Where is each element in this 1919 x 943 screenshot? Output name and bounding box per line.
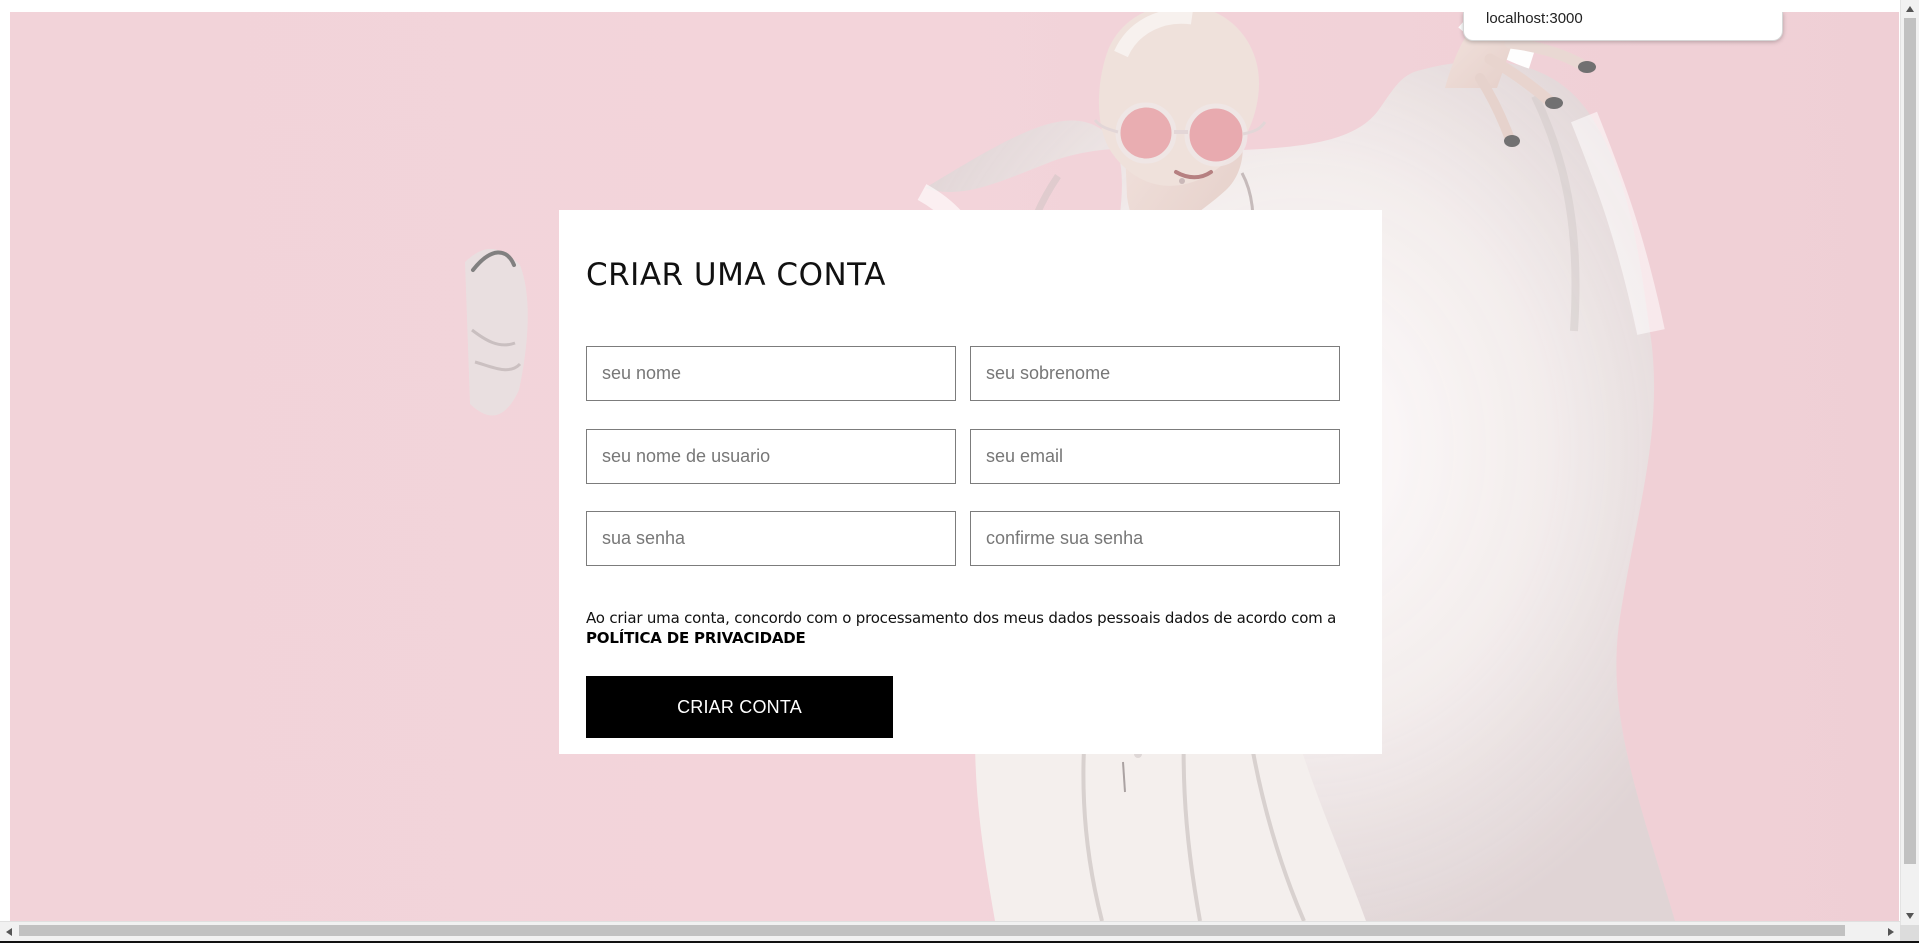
- signup-card: CRIAR UMA CONTA Ao criar uma conta, conc…: [559, 210, 1382, 754]
- vertical-scrollbar[interactable]: [1900, 0, 1919, 925]
- username-input[interactable]: [586, 429, 956, 484]
- horizontal-scroll-thumb[interactable]: [19, 925, 1845, 936]
- browser-origin-popup: localhost:3000: [1463, 12, 1783, 41]
- scroll-up-icon[interactable]: [1906, 6, 1914, 12]
- origin-popup-text: localhost:3000: [1486, 12, 1583, 27]
- scroll-down-icon[interactable]: [1906, 913, 1914, 919]
- scroll-left-icon[interactable]: [6, 928, 12, 936]
- create-account-button[interactable]: CRIAR CONTA: [586, 676, 893, 738]
- privacy-policy-link[interactable]: POLÍTICA DE PRIVACIDADE: [586, 629, 806, 647]
- confirm-password-input[interactable]: [970, 511, 1340, 566]
- page-viewport: CRIAR UMA CONTA Ao criar uma conta, conc…: [10, 12, 1899, 921]
- signup-title: CRIAR UMA CONTA: [586, 257, 886, 293]
- vertical-scroll-thumb[interactable]: [1904, 18, 1916, 864]
- password-input[interactable]: [586, 511, 956, 566]
- horizontal-scrollbar[interactable]: [0, 921, 1900, 943]
- consent-text: Ao criar uma conta, concordo com o proce…: [586, 609, 1337, 627]
- email-input[interactable]: [970, 429, 1340, 484]
- scroll-right-icon[interactable]: [1888, 928, 1894, 936]
- privacy-consent-text: Ao criar uma conta, concordo com o proce…: [586, 608, 1366, 648]
- last-name-input[interactable]: [970, 346, 1340, 401]
- first-name-input[interactable]: [586, 346, 956, 401]
